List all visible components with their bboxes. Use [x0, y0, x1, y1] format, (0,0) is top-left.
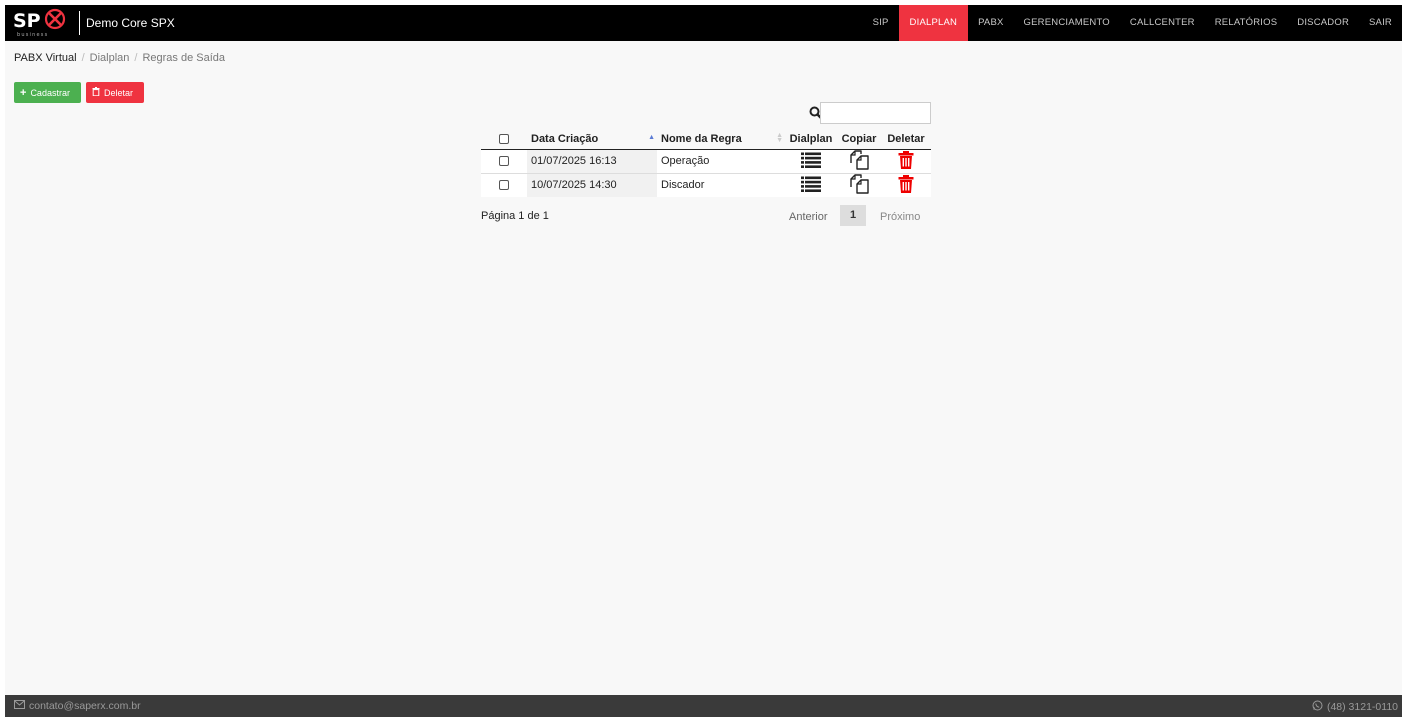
- top-navbar: SP business Demo Core SPX SIP DIALPLAN P…: [5, 5, 1402, 41]
- envelope-icon: [14, 700, 29, 712]
- select-all-cell: [481, 129, 527, 150]
- nav-item-sair[interactable]: SAIR: [1359, 5, 1402, 41]
- plus-icon: +: [20, 86, 27, 99]
- nav-item-sip[interactable]: SIP: [863, 5, 899, 41]
- list-icon[interactable]: [801, 176, 821, 195]
- breadcrumb-dialplan[interactable]: Dialplan: [90, 52, 130, 64]
- copy-icon[interactable]: [849, 174, 869, 197]
- footer-email[interactable]: contato@saperx.com.br: [29, 700, 141, 712]
- column-header-delete: Deletar: [881, 129, 931, 150]
- footer-phone[interactable]: (48) 3121-0110: [1327, 701, 1398, 713]
- row-name: Operação: [657, 148, 785, 173]
- trash-icon[interactable]: [898, 174, 914, 196]
- row-dialplan-cell: [785, 148, 837, 173]
- row-dialplan-cell: [785, 172, 837, 197]
- sort-both-icon: ▲ ▼: [776, 132, 783, 144]
- column-header-name[interactable]: Nome da Regra ▲ ▼: [657, 129, 785, 150]
- row-checkbox[interactable]: [499, 180, 509, 191]
- breadcrumb-regras-de-saida: Regras de Saída: [142, 52, 226, 64]
- list-icon[interactable]: [801, 152, 821, 171]
- brand-divider: [79, 11, 80, 35]
- trash-icon: [92, 86, 100, 99]
- register-button-label: Cadastrar: [30, 87, 70, 98]
- whatsapp-icon: [1312, 700, 1327, 714]
- row-checkbox-cell: [481, 172, 527, 197]
- pagination-previous[interactable]: Anterior: [789, 211, 828, 223]
- row-name: Discador: [657, 172, 785, 197]
- delete-selected-button[interactable]: Deletar: [86, 82, 144, 103]
- delete-selected-button-label: Deletar: [104, 87, 134, 98]
- table-header-row: Data Criação ▲ Nome da Regra ▲ ▼ Dialplan C…: [481, 129, 931, 150]
- column-date-label: Data Criação: [531, 132, 599, 145]
- nav-item-relatorios[interactable]: RELATÓRIOS: [1205, 5, 1288, 41]
- breadcrumb-separator: /: [134, 52, 138, 64]
- register-button[interactable]: + Cadastrar: [14, 82, 81, 103]
- main-nav: SIP DIALPLAN PABX GERENCIAMENTO CALLCENT…: [863, 5, 1402, 41]
- trash-icon[interactable]: [898, 150, 914, 172]
- app-frame: SP business Demo Core SPX SIP DIALPLAN P…: [5, 5, 1402, 717]
- nav-item-dialplan[interactable]: DIALPLAN: [898, 5, 969, 41]
- breadcrumb-pabx-virtual[interactable]: PABX Virtual: [14, 52, 77, 64]
- row-delete-cell: [881, 148, 931, 173]
- sort-asc-icon: ▲: [648, 134, 655, 141]
- row-date: 10/07/2025 14:30: [527, 172, 657, 197]
- row-checkbox-cell: [481, 148, 527, 173]
- logo-text: SP: [13, 10, 41, 32]
- logo-subtext: business: [17, 32, 48, 38]
- row-copy-cell: [837, 148, 881, 173]
- breadcrumb: PABX Virtual / Dialplan / Regras de Saída: [14, 52, 225, 64]
- row-copy-cell: [837, 172, 881, 197]
- nav-item-discador[interactable]: DISCADOR: [1287, 5, 1359, 41]
- footer-contact-email: contato@saperx.com.br: [14, 700, 141, 712]
- column-header-dialplan: Dialplan: [785, 129, 837, 150]
- row-delete-cell: [881, 172, 931, 197]
- nav-item-gerenciamento[interactable]: GERENCIAMENTO: [1014, 5, 1120, 41]
- table-row: 01/07/2025 16:13 Operação: [481, 148, 931, 173]
- footer-contact-phone: (48) 3121-0110: [1312, 700, 1398, 714]
- search-input[interactable]: [820, 102, 931, 124]
- nav-item-pabx[interactable]: PABX: [968, 5, 1013, 41]
- pagination-page-1[interactable]: 1: [840, 205, 866, 226]
- pagination-next[interactable]: Próximo: [880, 211, 920, 223]
- copy-icon[interactable]: [849, 149, 869, 173]
- column-name-label: Nome da Regra: [661, 132, 742, 145]
- spx-logo[interactable]: SP business: [13, 8, 69, 38]
- column-header-date[interactable]: Data Criação ▲: [527, 129, 657, 150]
- nav-item-callcenter[interactable]: CALLCENTER: [1120, 5, 1205, 41]
- rules-table: Data Criação ▲ Nome da Regra ▲ ▼ Dialplan C…: [481, 129, 931, 197]
- breadcrumb-separator: /: [81, 52, 85, 64]
- brand-title[interactable]: Demo Core SPX: [86, 5, 175, 41]
- pagination-info: Página 1 de 1: [481, 210, 549, 222]
- row-date: 01/07/2025 16:13: [527, 148, 657, 173]
- select-all-checkbox[interactable]: [499, 133, 509, 144]
- column-header-copy: Copiar: [837, 129, 881, 150]
- row-checkbox[interactable]: [499, 156, 509, 167]
- footer: contato@saperx.com.br (48) 3121-0110: [5, 695, 1402, 717]
- table-row: 10/07/2025 14:30 Discador: [481, 172, 931, 197]
